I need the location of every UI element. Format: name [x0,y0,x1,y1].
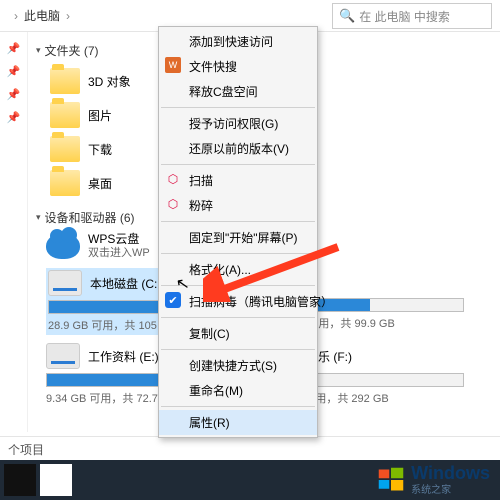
quick-access-sidebar: 📌 📌 📌 📌 [0,32,28,432]
context-menu-item[interactable]: 属性(R) [159,410,317,435]
watermark: Windows系统之家 [377,463,490,496]
chevron-down-icon: ▾ [36,45,41,56]
status-text: 个项目 [8,443,44,457]
menu-item-label: 格式化(A)... [189,263,251,277]
cloud-name: WPS云盘 [88,232,150,246]
menu-item-label: 扫描病毒（腾讯电脑管家） [189,295,333,309]
cloud-sub: 双击进入WP [88,246,150,260]
windows-logo-icon [377,466,405,494]
context-menu-item[interactable]: 重命名(M) [159,378,317,403]
menu-item-label: 文件快搜 [189,60,237,74]
menu-separator [161,349,315,350]
folder-label: 桌面 [88,175,112,192]
chevron-right-icon: › [66,9,70,23]
context-menu-item[interactable]: 添加到快速访问 [159,29,317,54]
context-menu[interactable]: 添加到快速访问 W 文件快搜释放C盘空间授予访问权限(G) 还原以前的版本(V) ⬡ 扫描… [158,26,318,438]
menu-item-label: 属性(R) [189,416,230,430]
pin-icon: 📌 [0,65,27,78]
menu-separator [161,221,315,222]
pin-icon: 📌 [0,88,27,101]
menu-item-label: 重命名(M) [189,384,243,398]
menu-separator [161,164,315,165]
search-icon: 🔍 [339,8,355,24]
section-drives-label: 设备和驱动器 (6) [45,209,135,226]
menu-item-label: 扫描 [189,174,213,188]
security-icon: ⬡ [165,196,181,212]
menu-item-label: 复制(C) [189,327,230,341]
menu-item-label: 添加到快速访问 [189,35,273,49]
pin-icon: 📌 [0,42,27,55]
status-bar: 个项目 [0,436,500,460]
menu-separator [161,406,315,407]
search-placeholder: 在 此电脑 中搜索 [359,8,450,25]
menu-item-label: 粉碎 [189,199,213,213]
context-menu-item[interactable]: 授予访问权限(G) [159,111,317,136]
menu-separator [161,317,315,318]
menu-separator [161,107,315,108]
menu-item-label: 授予访问权限(G) [189,117,278,131]
folder-icon [50,102,80,128]
folder-icon [50,170,80,196]
security-icon: ⬡ [165,171,181,187]
taskbar-item[interactable] [40,464,72,496]
drive-name: 工作资料 (E:) [88,348,159,365]
folder-label: 图片 [88,107,112,124]
menu-item-label: 释放C盘空间 [189,85,258,99]
main-pane: ▾ 文件夹 (7) 3D 对象图片下载桌面 ▾ 设备和驱动器 (6) WPS云盘… [28,32,500,432]
folder-icon [50,68,80,94]
section-folders-label: 文件夹 (7) [45,42,99,59]
context-menu-item[interactable]: 释放C盘空间 [159,79,317,104]
folder-icon [50,136,80,162]
chevron-right-icon: › [14,9,18,23]
context-menu-item[interactable]: 创建快捷方式(S) [159,353,317,378]
context-menu-item[interactable]: W 文件快搜 [159,54,317,79]
context-menu-item[interactable]: 还原以前的版本(V) [159,136,317,161]
menu-separator [161,253,315,254]
menu-item-label: 创建快捷方式(S) [189,359,277,373]
breadcrumb-root[interactable]: 此电脑 [24,7,60,24]
menu-item-label: 固定到"开始"屏幕(P) [189,231,298,245]
context-menu-item[interactable]: 复制(C) [159,321,317,346]
folder-label: 下载 [88,141,112,158]
context-menu-item[interactable]: 固定到"开始"屏幕(P) [159,225,317,250]
pin-icon: 📌 [0,111,27,124]
drive-icon [46,343,80,369]
cloud-icon [46,233,80,259]
wps-icon: W [165,57,181,73]
taskbar-item[interactable] [4,464,36,496]
watermark-sub: 系统之家 [411,481,490,496]
search-input[interactable]: 🔍 在 此电脑 中搜索 [332,3,492,29]
context-menu-item[interactable]: ⬡ 扫描 [159,168,317,193]
drive-name: 本地磁盘 (C: [90,275,157,292]
drive-icon [48,270,82,296]
menu-item-label: 还原以前的版本(V) [189,142,289,156]
folder-label: 3D 对象 [88,73,131,90]
context-menu-item[interactable]: ⬡ 粉碎 [159,193,317,218]
chevron-down-icon: ▾ [36,212,41,223]
watermark-brand: Windows [411,463,490,483]
